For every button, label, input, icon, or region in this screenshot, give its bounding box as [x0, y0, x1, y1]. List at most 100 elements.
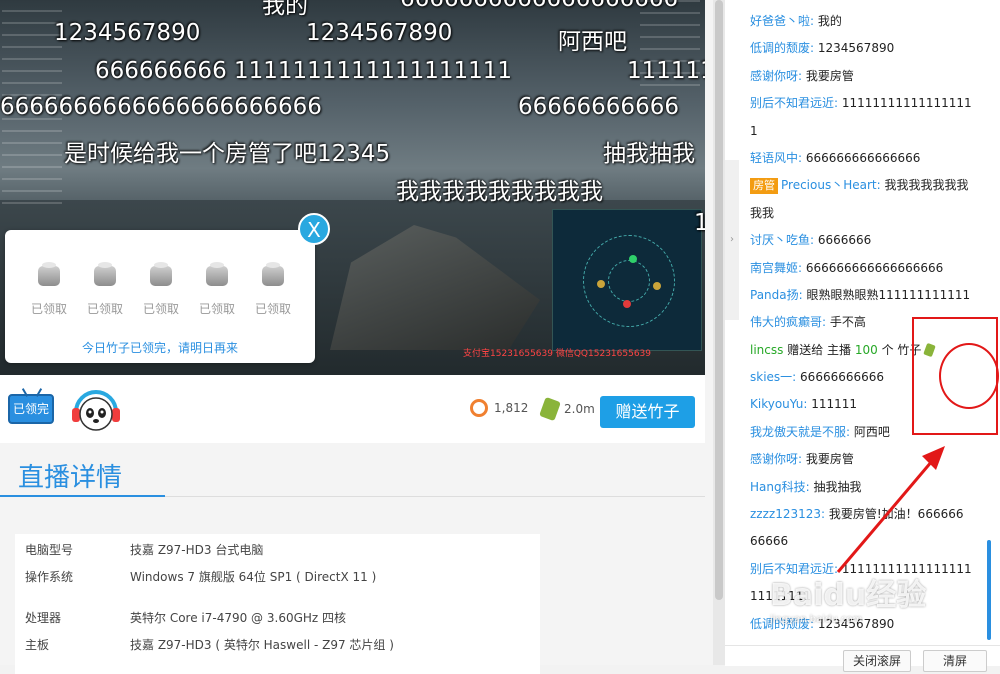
game-minimap — [552, 209, 702, 351]
watermark-brand: Baidu经验 — [770, 578, 927, 613]
danmaku-text: 我的 — [262, 0, 308, 19]
annotation-arrow-icon — [836, 446, 945, 573]
danmaku-text: 抽我抽我 — [603, 141, 695, 167]
chat-scrollbar[interactable] — [987, 540, 991, 640]
chat-message: 1 — [750, 118, 978, 145]
spec-value: 技嘉 Z97-HD3 台式电脑 — [130, 543, 264, 557]
chat-username[interactable]: 南宫舞姬: — [750, 261, 802, 275]
chat-username[interactable]: 讨厌丶吃鱼: — [750, 233, 814, 247]
chat-footer: 关闭滚屏 清屏 — [725, 645, 1000, 672]
chat-username[interactable]: 感谢你呀: — [750, 452, 802, 466]
minimap-ring — [608, 260, 650, 302]
bamboo-reward[interactable]: 已领取 — [19, 262, 79, 317]
chat-text: 我我我我我我我 — [884, 178, 969, 193]
chat-text: 阿西吧 — [853, 424, 890, 439]
chat-username[interactable]: KikyouYu: — [750, 397, 807, 411]
bamboo-icon — [94, 262, 116, 286]
danmaku-text: 666666666 1111111111111111111 — [95, 58, 513, 84]
spec-key: 主板 — [25, 638, 50, 652]
spec-value: Windows 7 旗舰版 64位 SP1 ( DirectX 11 ) — [130, 570, 377, 584]
chat-username[interactable]: 别后不知君远近: — [750, 96, 838, 110]
reward-status: 已领取 — [142, 302, 179, 316]
chat-username[interactable]: 我龙傲天就是不服: — [750, 425, 850, 439]
reward-status: 已领取 — [86, 302, 123, 316]
watermark-url: jingyan.baidu.com — [770, 614, 863, 625]
page-scrollbar[interactable] — [713, 0, 725, 665]
chat-message: 感谢你呀: 我要房管 — [750, 63, 978, 90]
chat-text: 11111111111111111 — [841, 96, 972, 111]
bamboo-reward[interactable]: 已领取 — [75, 262, 135, 317]
chat-message: 讨厌丶吃鱼: 6666666 — [750, 227, 978, 254]
chat-text: 6666666 — [817, 233, 872, 248]
bamboo-reward[interactable]: 已领取 — [243, 262, 303, 317]
bamboo-icon — [206, 262, 228, 286]
chat-message: 别后不知君远近: 11111111111111111 — [750, 90, 978, 117]
popup-close-button[interactable]: X — [298, 213, 330, 245]
danmaku-text: 6666666666666666666666 — [0, 94, 322, 120]
pc-spec-table: 电脑型号 技嘉 Z97-HD3 台式电脑 操作系统 Windows 7 旗舰版 … — [15, 534, 540, 674]
tab-underline — [0, 495, 165, 497]
gift-bamboo-button[interactable]: 赠送竹子 — [600, 396, 695, 428]
bamboo-reward[interactable]: 已领取 — [131, 262, 191, 317]
bamboo-count: 2.0m — [539, 396, 595, 422]
chat-message: Panda扬: 眼熟眼熟眼熟111111111111 — [750, 282, 978, 309]
danmaku-text: 1234567890 — [306, 20, 453, 46]
close-scroll-button[interactable]: 关闭滚屏 — [843, 650, 911, 672]
chat-message: 南宫舞姬: 666666666666666666 — [750, 255, 978, 282]
chat-username[interactable]: lincss — [750, 343, 783, 357]
bamboo-icon — [150, 262, 172, 286]
stream-detail-header: 直播详情 — [0, 449, 705, 497]
page-scrollbar-thumb[interactable] — [715, 0, 723, 600]
baidu-watermark: Baidu经验 jingyan.baidu.com — [770, 570, 926, 625]
danmaku-text: 66666666666 — [518, 94, 679, 120]
clear-screen-button[interactable]: 清屏 — [923, 650, 987, 672]
spec-value: 技嘉 Z97-HD3 ( 英特尔 Haswell - Z97 芯片组 ) — [130, 638, 394, 652]
chat-username[interactable]: 感谢你呀: — [750, 69, 802, 83]
spec-value: 英特尔 Core i7-4790 @ 3.60GHz 四核 — [130, 611, 347, 625]
chat-collapse-handle[interactable]: › — [725, 160, 739, 320]
chat-username[interactable]: zzzz123123: — [750, 507, 825, 521]
spec-key: 操作系统 — [25, 570, 74, 584]
chat-message: 轻语风中: 666666666666666 — [750, 145, 978, 172]
chat-text: 我的 — [817, 14, 842, 28]
minimap-marker — [623, 300, 631, 308]
moderator-badge: 房管 — [750, 178, 778, 195]
viewers-icon — [470, 399, 488, 417]
spec-key: 电脑型号 — [25, 543, 74, 557]
chat-username[interactable]: Precious丶Heart: — [781, 178, 881, 192]
left-column: 我的 6666666666666666666 1234567890 123456… — [0, 0, 713, 674]
tv-claimed-icon[interactable]: 已领完 — [8, 394, 54, 424]
bamboo-icon — [262, 262, 284, 286]
bamboo-reward[interactable]: 已领取 — [187, 262, 247, 317]
chat-username[interactable]: 伟大的疯癫哥: — [750, 315, 826, 329]
chat-text: 眼熟眼熟眼熟111111111111 — [806, 287, 971, 302]
chat-text: 66666666666 — [800, 370, 885, 385]
chat-message: 好爸爸丶啦: 我的 — [750, 8, 978, 35]
popup-message: 今日竹子已领完，请明日再来 — [81, 341, 238, 355]
chat-message: 我我 — [750, 200, 978, 227]
stream-overlay-text: 支付宝15231655639 微信QQ15231655639 — [463, 349, 652, 359]
reward-status: 已领取 — [30, 302, 67, 316]
bamboo-icon — [539, 396, 561, 422]
minimap-marker — [629, 255, 637, 263]
chat-text: 1 — [750, 123, 758, 138]
danmaku-text: 我我我我我我我我我 — [396, 179, 603, 205]
reward-status: 已领取 — [198, 302, 235, 316]
chat-text: 手不高 — [829, 315, 866, 330]
panda-icon[interactable] — [70, 388, 122, 432]
chat-username[interactable]: 好爸爸丶啦: — [750, 14, 814, 28]
chat-username[interactable]: 低调的颓废: — [750, 41, 814, 55]
action-bar: 已领完 1,812 2.0m 赠送竹子 — [0, 375, 705, 443]
chat-text: 1234567890 — [817, 41, 895, 56]
danmaku-text: 阿西吧 — [558, 29, 627, 55]
chat-username[interactable]: skies一: — [750, 370, 796, 384]
danmaku-text: 1 — [694, 210, 705, 236]
viewer-count: 1,812 — [470, 399, 528, 417]
chat-username[interactable]: Hang科技: — [750, 480, 810, 494]
chat-username[interactable]: Panda扬: — [750, 288, 803, 302]
annotation-circle — [939, 343, 999, 409]
chat-text: 66666 — [750, 534, 789, 549]
danmaku-text: 1234567890 — [54, 20, 201, 46]
chat-text: 111111 — [811, 397, 858, 412]
chat-username[interactable]: 轻语风中: — [750, 151, 802, 165]
